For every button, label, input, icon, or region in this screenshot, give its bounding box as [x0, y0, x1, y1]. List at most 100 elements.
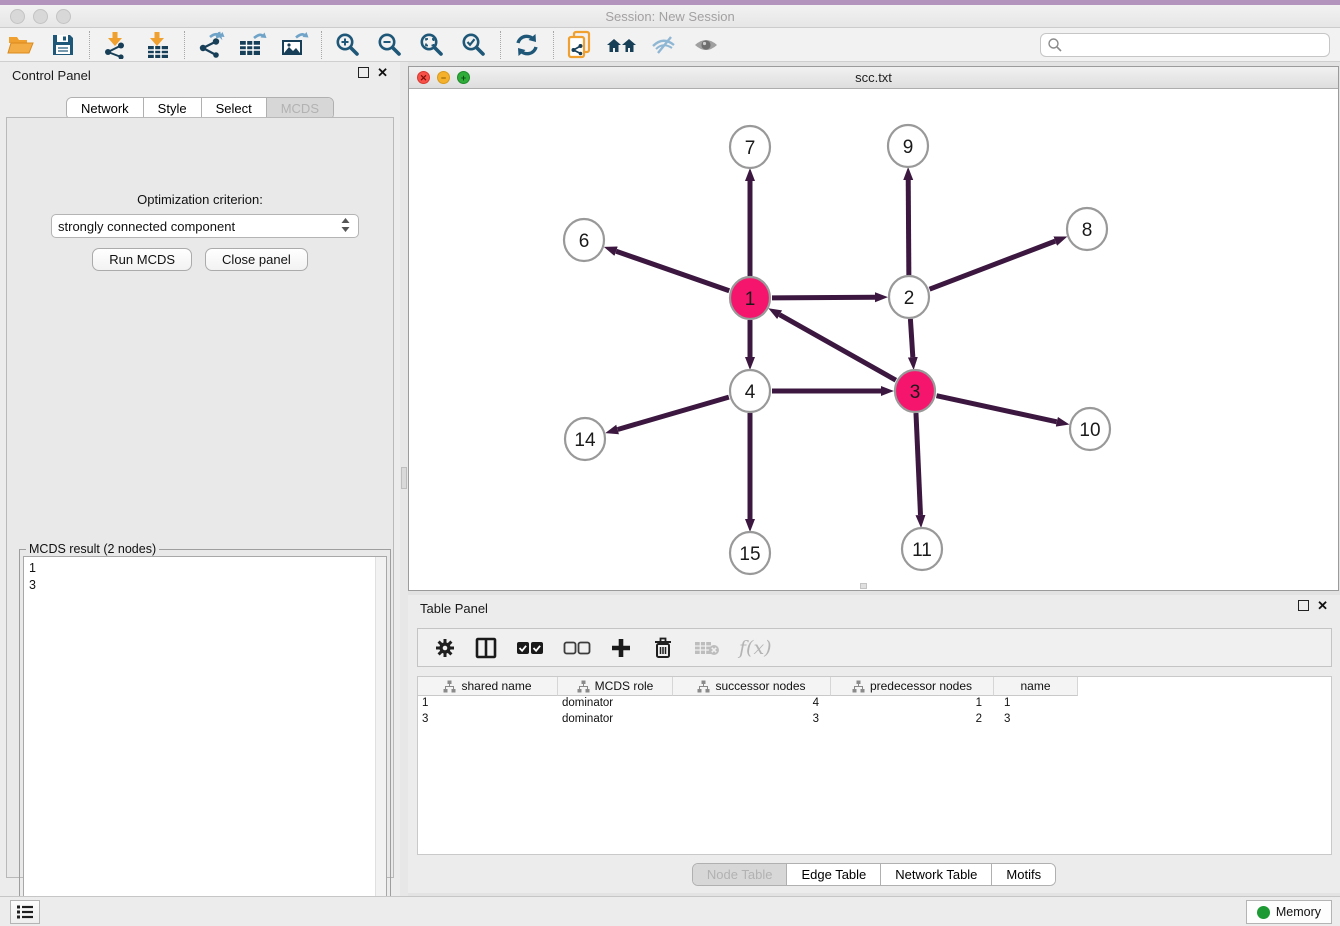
graph-node-2[interactable]: 2 [889, 276, 929, 318]
zoom-out-icon[interactable] [372, 30, 408, 60]
graph-node-9[interactable]: 9 [888, 125, 928, 167]
criterion-dropdown[interactable]: strongly connected component [51, 214, 359, 238]
float-panel-icon[interactable] [358, 67, 369, 78]
graph-edge-3-10[interactable] [936, 396, 1056, 422]
export-image-icon[interactable] [277, 30, 313, 60]
tab-mcds[interactable]: MCDS [267, 98, 333, 119]
graph-edge-2-8[interactable] [930, 241, 1056, 289]
run-mcds-button[interactable]: Run MCDS [92, 248, 192, 271]
column-header-shared-name[interactable]: shared name [418, 677, 558, 696]
graph-node-8[interactable]: 8 [1067, 208, 1107, 250]
network-window-title: scc.txt [409, 70, 1338, 85]
memory-status-icon [1257, 906, 1270, 919]
graph-edge-3-11[interactable] [916, 413, 921, 515]
tab-network-table[interactable]: Network Table [881, 864, 992, 885]
refresh-icon[interactable] [509, 30, 545, 60]
zoom-in-icon[interactable] [330, 30, 366, 60]
network-canvas[interactable]: 1 2 3 4 6 7 8 9 10 11 14 15 [409, 89, 1338, 590]
graph-edge-1-2[interactable] [772, 297, 875, 298]
svg-text:14: 14 [574, 430, 596, 451]
task-history-button[interactable] [10, 900, 40, 924]
graph-node-7[interactable]: 7 [730, 126, 770, 168]
table-row[interactable]: 1 dominator 4 1 1 [418, 696, 1331, 712]
export-table-icon[interactable] [235, 30, 271, 60]
hide-panels-icon[interactable] [646, 30, 682, 60]
graph-node-3[interactable]: 3 [895, 370, 935, 412]
delete-column-icon[interactable] [651, 636, 675, 660]
save-session-icon[interactable] [45, 30, 81, 60]
column-header-successor-nodes[interactable]: successor nodes [673, 677, 831, 696]
cell-predecessor-nodes[interactable]: 2 [831, 712, 994, 728]
search-input[interactable] [1063, 36, 1329, 54]
cell-successor-nodes[interactable]: 4 [673, 696, 831, 712]
show-panels-icon[interactable] [688, 30, 724, 60]
float-table-panel-icon[interactable] [1298, 600, 1309, 611]
cell-mcds-role[interactable]: dominator [558, 696, 673, 712]
tab-motifs[interactable]: Motifs [992, 864, 1055, 885]
graph-edge-4-14[interactable] [618, 397, 729, 429]
clone-network-icon[interactable] [562, 30, 598, 60]
svg-text:15: 15 [739, 544, 760, 565]
column-header-name[interactable]: name [994, 677, 1078, 696]
select-all-columns-icon[interactable] [516, 641, 544, 655]
cell-mcds-role[interactable]: dominator [558, 712, 673, 728]
table-row[interactable]: 3 dominator 3 2 3 [418, 712, 1331, 728]
close-panel-button[interactable]: Close panel [205, 248, 308, 271]
network-resize-handle[interactable] [860, 583, 867, 589]
zoom-selected-icon[interactable] [456, 30, 492, 60]
mcds-result-title: MCDS result (2 nodes) [26, 542, 159, 556]
tab-network[interactable]: Network [67, 98, 144, 119]
deselect-all-columns-icon[interactable] [563, 641, 591, 655]
import-table-icon[interactable] [140, 30, 176, 60]
network-window-titlebar[interactable]: ✕ − + scc.txt [409, 67, 1338, 89]
cell-shared-name[interactable]: 3 [418, 712, 558, 728]
tree-column-icon [443, 680, 456, 693]
graph-node-10[interactable]: 10 [1070, 408, 1110, 450]
table-settings-gear-icon[interactable] [434, 637, 456, 659]
graph-node-15[interactable]: 15 [730, 532, 770, 574]
cell-name[interactable]: 1 [994, 696, 1078, 712]
add-column-icon[interactable] [610, 637, 632, 659]
vertical-splitter[interactable] [400, 62, 408, 896]
show-all-networks-icon[interactable] [604, 30, 640, 60]
mcds-result-area[interactable]: 1 3 [23, 556, 387, 924]
column-header-mcds-role[interactable]: MCDS role [558, 677, 673, 696]
zoom-fit-icon[interactable] [414, 30, 450, 60]
result-scrollbar[interactable] [375, 557, 386, 923]
tab-edge-table[interactable]: Edge Table [787, 864, 881, 885]
memory-button[interactable]: Memory [1246, 900, 1332, 924]
close-panel-icon[interactable]: ✕ [377, 67, 388, 78]
table-tabs: Node Table Edge Table Network Table Moti… [692, 863, 1056, 886]
graph-node-6[interactable]: 6 [564, 219, 604, 261]
show-columns-icon[interactable] [475, 637, 497, 659]
export-network-icon[interactable] [193, 30, 229, 60]
tab-select[interactable]: Select [202, 98, 267, 119]
splitter-handle[interactable] [401, 467, 407, 489]
memory-label: Memory [1276, 905, 1321, 919]
import-network-icon[interactable] [98, 30, 134, 60]
graph-edge-2-3[interactable] [910, 319, 912, 357]
svg-text:6: 6 [579, 231, 590, 252]
tab-style[interactable]: Style [144, 98, 202, 119]
graph-node-14[interactable]: 14 [565, 418, 605, 460]
cell-name[interactable]: 3 [994, 712, 1078, 728]
column-header-predecessor-nodes[interactable]: predecessor nodes [831, 677, 994, 696]
graph-node-11[interactable]: 11 [902, 528, 942, 570]
svg-text:7: 7 [745, 138, 756, 159]
search-box [1040, 33, 1330, 57]
graph-edge-2-9[interactable] [908, 180, 909, 275]
open-session-icon[interactable] [3, 30, 39, 60]
cell-successor-nodes[interactable]: 3 [673, 712, 831, 728]
graph-edge-3-1[interactable] [780, 315, 896, 381]
tab-node-table[interactable]: Node Table [693, 864, 788, 885]
cell-shared-name[interactable]: 1 [418, 696, 558, 712]
network-view-window: ✕ − + scc.txt 1 2 3 4 6 7 8 9 10 11 14 15 [408, 66, 1339, 591]
delete-table-icon [694, 639, 720, 657]
graph-node-4[interactable]: 4 [730, 370, 770, 412]
table-panel: Table Panel ✕ f(x) [408, 595, 1340, 893]
search-icon [1047, 37, 1063, 53]
graph-edge-1-6[interactable] [616, 251, 729, 291]
cell-predecessor-nodes[interactable]: 1 [831, 696, 994, 712]
close-table-panel-icon[interactable]: ✕ [1317, 600, 1328, 611]
graph-node-1[interactable]: 1 [730, 277, 770, 319]
